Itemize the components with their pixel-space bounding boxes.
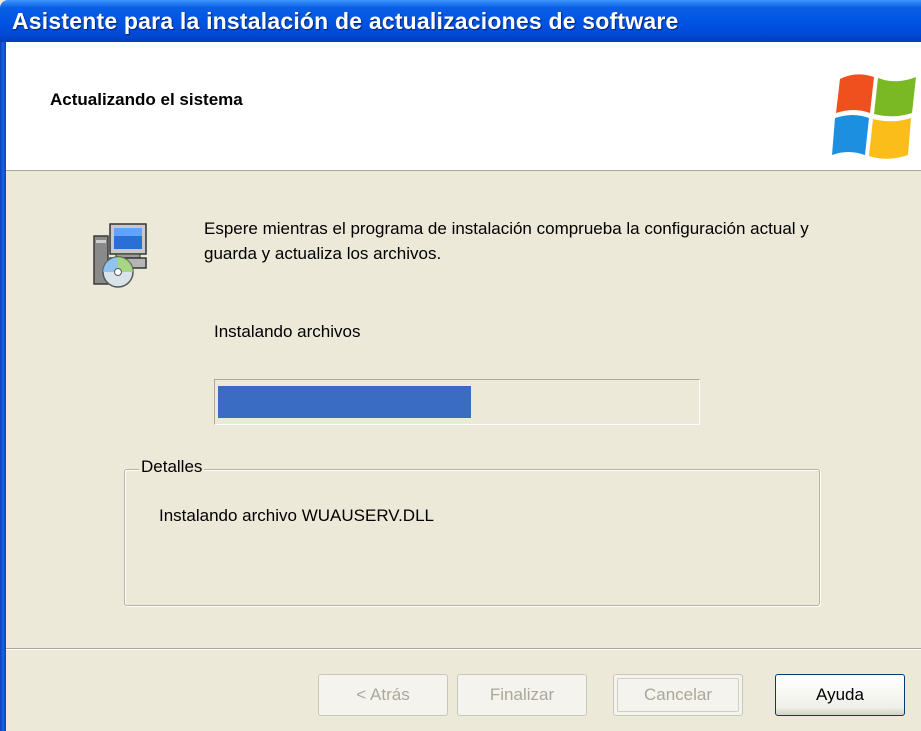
progress-bar	[214, 379, 700, 425]
help-button[interactable]: Ayuda	[775, 674, 905, 716]
header-title: Actualizando el sistema	[50, 90, 243, 109]
help-button-label: Ayuda	[816, 685, 864, 704]
details-text: Instalando archivo WUAUSERV.DLL	[159, 506, 434, 525]
instructions-text: Espere mientras el programa de instalaci…	[204, 219, 809, 263]
cancel-button-focus-border	[617, 678, 739, 712]
progress-status-label: Instalando archivos	[214, 322, 361, 341]
title-bar[interactable]: Asistente para la instalación de actuali…	[0, 0, 921, 42]
finish-button-label: Finalizar	[489, 685, 555, 704]
windows-flag-icon	[832, 74, 916, 159]
finish-button[interactable]: Finalizar	[457, 674, 587, 716]
cancel-button[interactable]: Cancelar	[613, 674, 743, 716]
back-button[interactable]: < Atrás	[318, 674, 448, 716]
progress-bar-fill	[218, 386, 471, 418]
footer-separator	[6, 648, 921, 650]
details-groupbox: Detalles Instalando archivo WUAUSERV.DLL	[124, 457, 820, 606]
setup-computer-cd-icon	[93, 223, 147, 288]
back-button-label: < Atrás	[356, 685, 410, 704]
window-title: Asistente para la instalación de actuali…	[12, 8, 679, 34]
installer-window: Asistente para la instalación de actuali…	[0, 0, 921, 731]
details-legend: Detalles	[139, 457, 205, 477]
wizard-header: Actualizando el sistema	[6, 42, 921, 171]
